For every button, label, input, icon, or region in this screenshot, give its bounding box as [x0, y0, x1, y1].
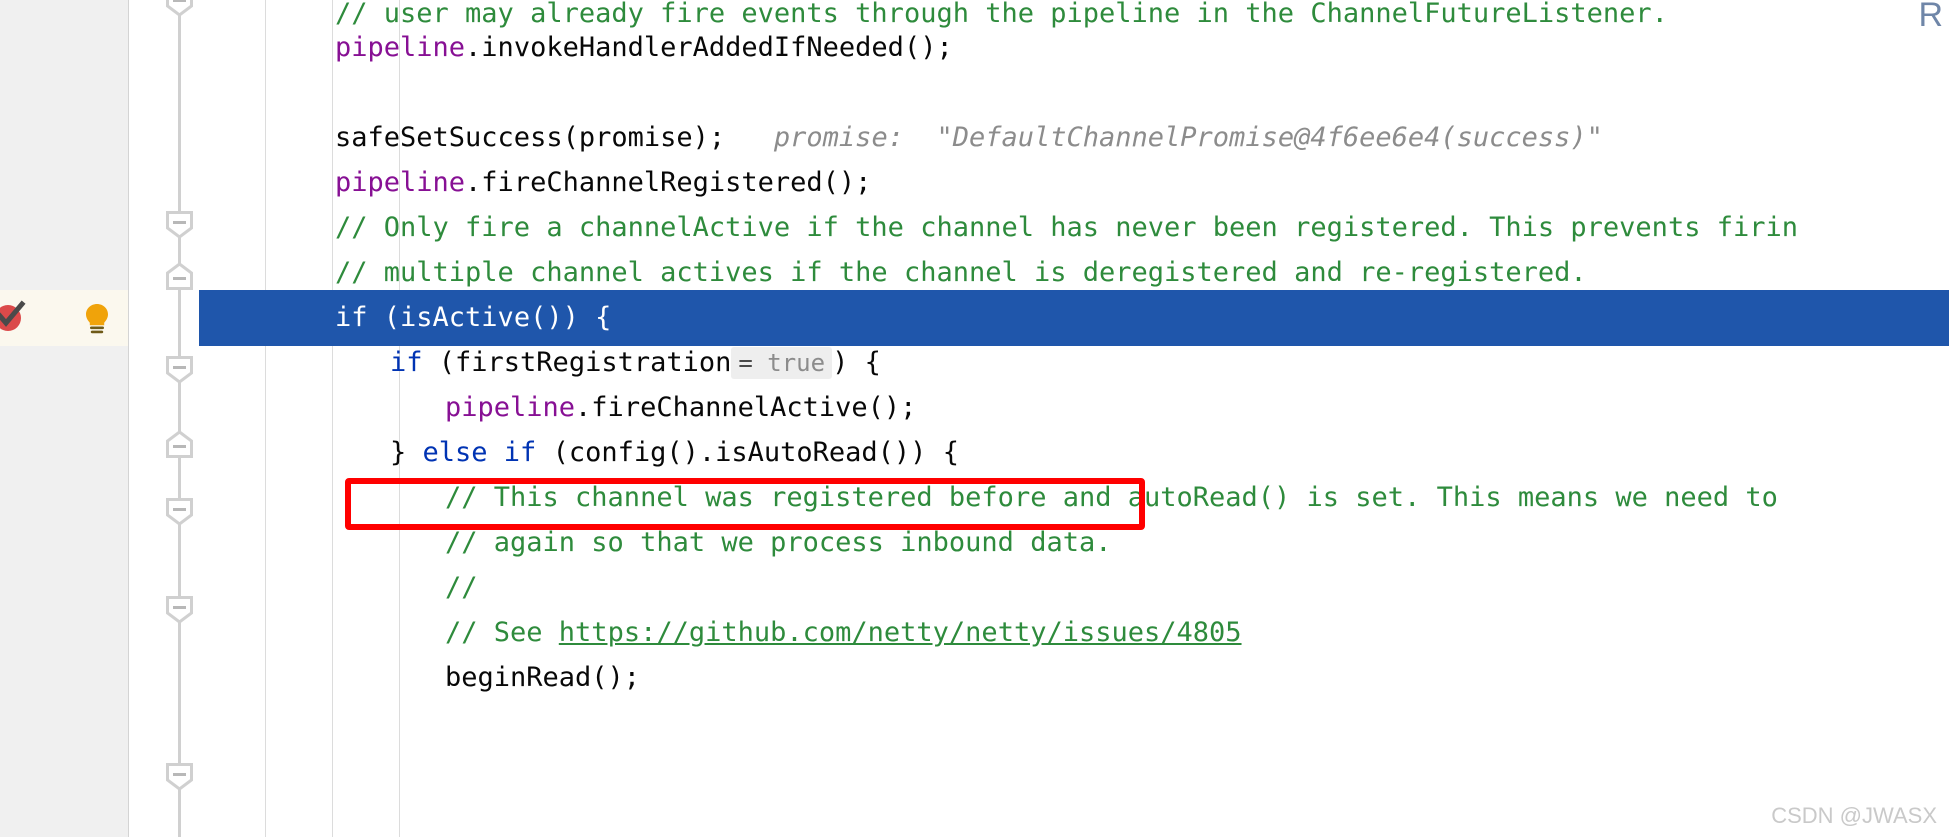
code-text: .invokeHandlerAddedIfNeeded();	[465, 32, 953, 63]
code-text: safeSetSuccess(promise);	[335, 122, 726, 153]
fold-collapse-icon[interactable]	[165, 595, 194, 624]
debugger-inline-value[interactable]: = true	[731, 347, 833, 379]
inline-value-text: true	[767, 349, 826, 377]
code-text: (firstRegistration	[422, 347, 732, 378]
code-comment: // This channel was registered before an…	[445, 482, 1778, 513]
fold-collapse-icon[interactable]	[165, 355, 194, 384]
code-editor[interactable]: // user may already fire events through …	[0, 0, 1949, 837]
inline-parameter-hint: promise: "DefaultChannelPromise@4f6ee6e4…	[725, 122, 1603, 153]
code-field-reference: pipeline	[335, 167, 466, 198]
code-text-layer[interactable]: // user may already fire events through …	[0, 0, 1949, 837]
watermark: CSDN @JWASX	[1771, 803, 1937, 828]
fold-region-connector	[178, 0, 181, 837]
inline-value-operator: =	[738, 349, 768, 377]
lightbulb-icon[interactable]	[80, 301, 114, 335]
code-field-reference: pipeline	[445, 392, 576, 423]
code-text: .fireChannelActive();	[575, 392, 917, 423]
fold-collapse-icon[interactable]	[165, 497, 194, 526]
fold-collapse-icon[interactable]	[165, 0, 194, 17]
code-comment: // See	[445, 617, 559, 648]
code-comment: // Only fire a channelActive if the chan…	[335, 212, 1798, 243]
code-keyword: else if	[422, 437, 537, 468]
code-comment: // again so that we process inbound data…	[445, 527, 1112, 558]
code-keyword-selected: if	[335, 302, 368, 333]
code-text-selected: (isActive()) {	[367, 302, 612, 333]
code-text: .fireChannelRegistered();	[465, 167, 872, 198]
fold-collapse-icon[interactable]	[165, 210, 194, 239]
fold-collapse-icon[interactable]	[165, 762, 194, 791]
code-url-link[interactable]: https://github.com/netty/netty/issues/48…	[559, 617, 1242, 648]
code-keyword: if	[390, 347, 423, 378]
code-line[interactable]: beginRead();	[0, 650, 1949, 706]
code-comment: // multiple channel actives if the chann…	[335, 257, 1587, 288]
corner-letter-r: R	[1918, 0, 1943, 34]
verified-breakpoint-icon[interactable]	[0, 298, 28, 334]
code-text: (config().isAutoRead()) {	[536, 437, 959, 468]
code-text: beginRead();	[445, 662, 641, 693]
code-text: }	[390, 437, 423, 468]
code-field-reference: pipeline	[335, 32, 466, 63]
code-comment: //	[445, 572, 478, 603]
fold-collapse-icon[interactable]	[165, 262, 194, 291]
code-text: ) {	[832, 347, 881, 378]
fold-collapse-icon[interactable]	[165, 430, 194, 459]
